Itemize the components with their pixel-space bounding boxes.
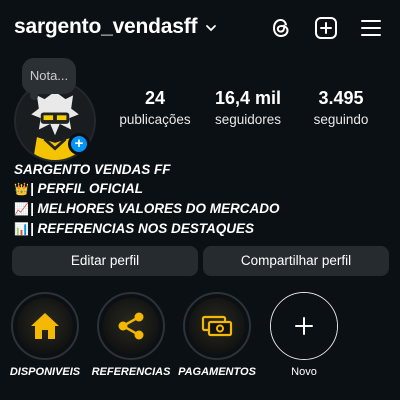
- stat-followers[interactable]: 16,4 mil seguidores: [203, 88, 293, 127]
- highlight-cover: [103, 298, 159, 354]
- stat-followers-label: seguidores: [214, 112, 282, 127]
- create-icon[interactable]: [313, 15, 339, 41]
- threads-icon[interactable]: [268, 15, 294, 41]
- stat-following-label: seguindo: [313, 112, 369, 127]
- share-icon: [118, 312, 144, 340]
- highlight-label: DISPONIVEIS: [9, 366, 81, 378]
- crown-icon: 👑: [14, 182, 29, 196]
- stat-posts-label: publicações: [119, 112, 191, 127]
- stat-following[interactable]: 3.495 seguindo: [296, 88, 386, 127]
- new-highlight-button[interactable]: Novo: [264, 292, 344, 378]
- bio-line-text: | MELHORES VALORES DO MERCADO: [30, 201, 280, 216]
- bio-line: 📊| REFERENCIAS NOS DESTAQUES: [14, 219, 394, 239]
- bio-line: 👑| PERFIL OFICIAL: [14, 179, 394, 199]
- top-bar: sargento_vendasff: [0, 0, 400, 56]
- plus-icon: [295, 317, 313, 335]
- highlight-ring: [11, 292, 79, 360]
- stat-posts-value: 24: [144, 88, 166, 108]
- highlight-cover: [189, 298, 245, 354]
- highlight-cover: [271, 293, 337, 359]
- profile-name: SARGENTO VENDAS FF: [14, 162, 171, 177]
- stat-following-value: 3.495: [318, 88, 364, 108]
- highlight-ring: [270, 292, 338, 360]
- menu-icon[interactable]: [358, 15, 384, 41]
- add-story-button[interactable]: +: [68, 133, 90, 155]
- home-icon: [31, 313, 59, 339]
- chevron-down-icon[interactable]: [205, 22, 217, 34]
- bio-line-text: | PERFIL OFICIAL: [30, 181, 144, 196]
- highlight-ring: [97, 292, 165, 360]
- bio-line-text: | REFERENCIAS NOS DESTAQUES: [30, 221, 255, 236]
- highlight-label: REFERENCIAS: [91, 366, 171, 378]
- share-profile-button[interactable]: Compartilhar perfil: [203, 246, 389, 276]
- highlight-pagamentos[interactable]: PAGAMENTOS: [177, 292, 257, 378]
- highlight-cover: [17, 298, 73, 354]
- stat-posts[interactable]: 24 publicações: [110, 88, 200, 127]
- edit-profile-button[interactable]: Editar perfil: [12, 246, 198, 276]
- profile-bio: SARGENTO VENDAS FF 👑| PERFIL OFICIAL 📈| …: [14, 162, 394, 239]
- highlight-referencias[interactable]: REFERENCIAS: [91, 292, 171, 378]
- highlight-disponiveis[interactable]: DISPONIVEIS: [5, 292, 85, 378]
- money-icon: [201, 315, 233, 337]
- bio-line: 📈| MELHORES VALORES DO MERCADO: [14, 199, 394, 219]
- username-switcher[interactable]: sargento_vendasff: [14, 15, 198, 39]
- highlight-label: Novo: [291, 366, 317, 378]
- chart-up-icon: 📈: [14, 202, 29, 216]
- highlight-ring: [183, 292, 251, 360]
- highlight-label: PAGAMENTOS: [178, 366, 256, 378]
- stat-followers-value: 16,4 mil: [214, 88, 282, 108]
- bar-chart-icon: 📊: [14, 222, 29, 236]
- note-bubble[interactable]: Nota...: [22, 58, 76, 94]
